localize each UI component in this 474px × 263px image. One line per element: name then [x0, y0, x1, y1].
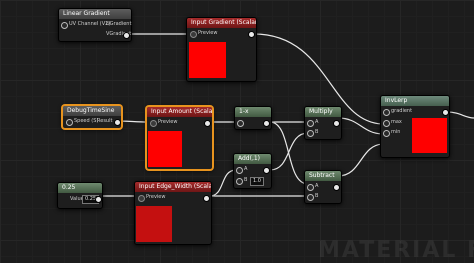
vgradient-output-pin[interactable] — [123, 32, 130, 39]
add-node[interactable]: Add(,1) A B 1.0 — [233, 153, 272, 189]
preview-toggle[interactable] — [138, 195, 145, 202]
input-gradient-title: Input Gradient (Scalar) — [187, 18, 256, 28]
constant-title: 0.25 — [58, 183, 102, 193]
subtract-b-pin[interactable] — [307, 194, 314, 201]
input-gradient-output-pin[interactable] — [248, 31, 255, 38]
preview-toggle[interactable] — [150, 120, 157, 127]
preview-toggle[interactable] — [190, 31, 197, 38]
subtract-a-pin[interactable] — [307, 184, 314, 191]
invlerp-preview-swatch — [412, 118, 447, 153]
watermark: MATERIAL FX — [318, 238, 474, 263]
invlerp-max-label: max — [391, 119, 402, 125]
input-edge-width-node[interactable]: Input Edge_Width (Scalar) Preview — [134, 181, 212, 245]
one-minus-input-pin[interactable] — [237, 120, 244, 127]
input-amount-title: Input Amount (Scalar) — [147, 107, 212, 117]
multiply-a-pin[interactable] — [307, 120, 314, 127]
debug-time-sine-node[interactable]: DebugTimeSine Speed (S) Result — [62, 105, 122, 129]
input-amount-node[interactable]: Input Amount (Scalar) Preview — [146, 106, 213, 170]
invlerp-min-pin[interactable] — [383, 130, 390, 137]
multiply-node[interactable]: Multiply A B — [304, 106, 342, 140]
invlerp-min-label: min — [391, 129, 401, 135]
invlerp-gradient-label: gradient — [391, 108, 413, 114]
wire-add-to-multiply-b — [269, 132, 309, 171]
input-gradient-node[interactable]: Input Gradient (Scalar) Preview — [186, 17, 257, 82]
input-amount-output-pin[interactable] — [204, 120, 211, 127]
add-a-label: A — [244, 166, 248, 172]
input-gradient-preview-swatch — [189, 42, 226, 78]
preview-label: Preview — [198, 30, 218, 36]
uv-channel-input-pin[interactable] — [61, 22, 68, 29]
add-a-pin[interactable] — [236, 167, 243, 174]
speed-label: Speed (S) — [74, 118, 99, 124]
wire-multiply-to-invlerp-max — [337, 117, 385, 135]
preview-label: Preview — [146, 194, 166, 200]
constant-output-pin[interactable] — [95, 196, 102, 203]
multiply-b-pin[interactable] — [307, 130, 314, 137]
result-label: Result — [97, 118, 113, 124]
linear-gradient-title: Linear Gradient — [59, 9, 131, 19]
subtract-a-label: A — [315, 183, 319, 189]
one-minus-title: 1-x — [235, 107, 271, 117]
one-minus-output-pin[interactable] — [263, 120, 270, 127]
ugradient-output-label: UGradient — [106, 21, 132, 27]
add-title: Add(,1) — [234, 154, 271, 164]
invlerp-node[interactable]: InvLerp gradient max min — [380, 95, 450, 158]
input-edge-width-title: Input Edge_Width (Scalar) — [135, 182, 211, 192]
invlerp-output-pin[interactable] — [442, 109, 449, 116]
subtract-b-label: B — [315, 193, 319, 199]
wire-invlerp-out — [446, 111, 474, 119]
add-b-label: B — [244, 177, 248, 183]
wire-subtract-to-invlerp-min — [337, 143, 385, 177]
subtract-node[interactable]: Subtract A B — [304, 170, 342, 204]
result-output-pin[interactable] — [114, 119, 121, 126]
invlerp-title: InvLerp — [381, 96, 449, 106]
uv-channel-label: UV Channel (V2) — [69, 21, 111, 27]
debug-time-sine-title: DebugTimeSine — [63, 106, 121, 116]
multiply-output-pin[interactable] — [333, 120, 340, 127]
input-edge-width-output-pin[interactable] — [203, 195, 210, 202]
linear-gradient-node[interactable]: Linear Gradient UV Channel (V2) UGradien… — [58, 8, 132, 42]
subtract-title: Subtract — [305, 171, 341, 181]
invlerp-max-pin[interactable] — [383, 120, 390, 127]
add-b-pin[interactable] — [236, 178, 243, 185]
invlerp-gradient-pin[interactable] — [383, 109, 390, 116]
one-minus-node[interactable]: 1-x — [234, 106, 272, 130]
multiply-b-label: B — [315, 129, 319, 135]
multiply-a-label: A — [315, 119, 319, 125]
multiply-title: Multiply — [305, 107, 341, 117]
add-b-value-field[interactable]: 1.0 — [250, 177, 264, 186]
input-amount-preview-swatch — [148, 131, 182, 167]
subtract-output-pin[interactable] — [333, 184, 340, 191]
preview-label: Preview — [158, 119, 178, 125]
input-edge-width-preview-swatch — [136, 206, 172, 242]
constant-node[interactable]: 0.25 Value 0.25 — [57, 182, 103, 209]
add-output-pin[interactable] — [263, 167, 270, 174]
wire-oneminus-to-subtract — [269, 121, 309, 185]
speed-input-pin[interactable] — [66, 119, 73, 126]
